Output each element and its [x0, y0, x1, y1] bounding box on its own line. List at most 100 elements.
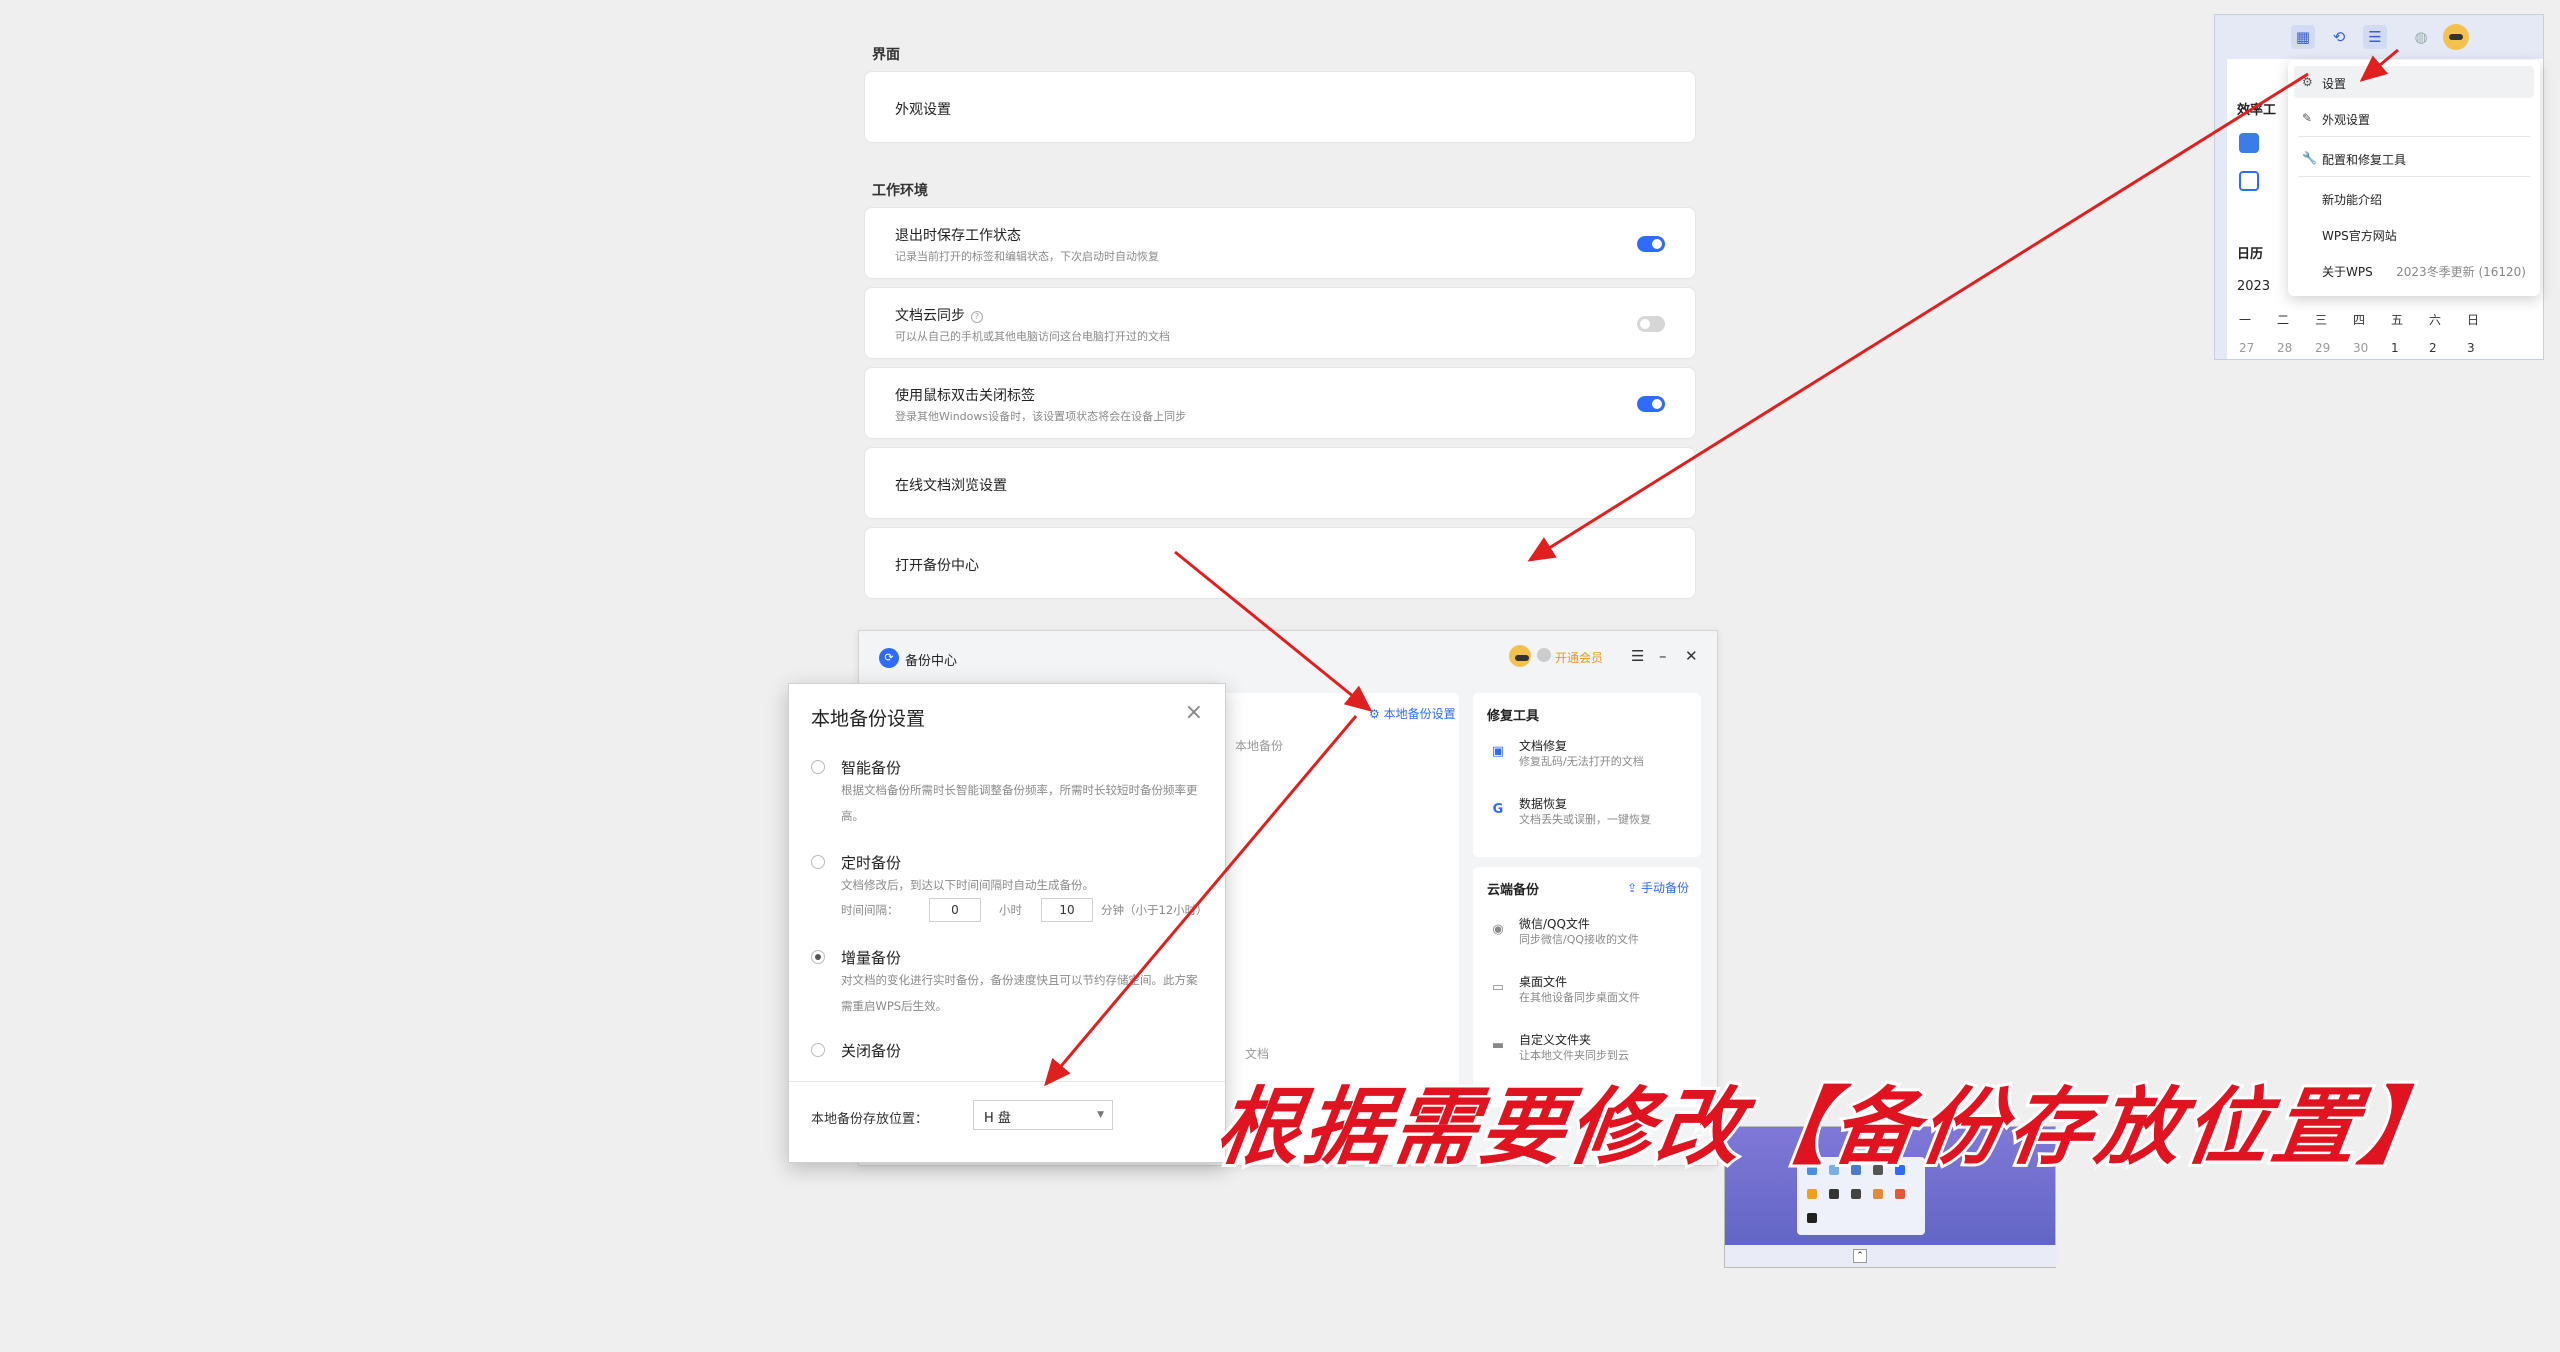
timed-backup-desc: 文档修改后，到达以下时间间隔时自动生成备份。: [841, 878, 1094, 892]
incremental-backup-desc: 对文档的变化进行实时备份，备份速度快且可以节约存储空间。此方案需重启WPS后生效…: [841, 973, 1198, 1013]
dblclick-close-row: 使用鼠标双击关闭标签 登录其他Windows设备时，该设置项状态将会在设备上同步: [864, 367, 1696, 439]
folder-icon: ▬: [1491, 1038, 1505, 1053]
doc-repair-icon: ▣: [1491, 744, 1505, 759]
main-dropdown-menu: ⚙ 设置 ✎ 外观设置 🔧 配置和修复工具 新功能介绍 WPS官方网站 关于WP…: [2288, 60, 2540, 296]
chevron-up-icon[interactable]: ⌃: [1853, 1249, 1867, 1263]
brush-icon: ✎: [2302, 111, 2313, 125]
menu-item-settings[interactable]: ⚙ 设置: [2294, 66, 2534, 98]
appearance-settings-label: 外观设置: [895, 102, 951, 118]
backup-center-title: 备份中心: [905, 654, 958, 669]
wps-toolbar: ▦ ⟲ ☰ ◍: [2215, 15, 2543, 59]
coin-icon[interactable]: ◍: [2409, 25, 2433, 49]
smart-backup-desc: 根据文档备份所需时长智能调整备份频率，所需时长较短时备份频率更高。: [841, 783, 1198, 823]
incremental-backup-label: 增量备份: [841, 949, 902, 967]
recovery-icon: G: [1492, 802, 1504, 817]
save-state-title: 退出时保存工作状态: [895, 228, 1021, 244]
tray-app-icon[interactable]: [1851, 1189, 1861, 1199]
dialog-title: 本地备份设置: [811, 708, 926, 730]
save-state-toggle[interactable]: [1637, 236, 1665, 252]
local-backup-settings-dialog: 本地备份设置 × 智能备份 根据文档备份所需时长智能调整备份频率，所需时长较短时…: [788, 683, 1226, 1163]
calendar-year: 2023: [2237, 279, 2271, 294]
wrench-icon: 🔧: [2302, 151, 2317, 165]
dblclick-close-desc: 登录其他Windows设备时，该设置项状态将会在设备上同步: [895, 410, 1187, 423]
tray-app-icon[interactable]: [1895, 1189, 1905, 1199]
cloud-sync-toggle[interactable]: [1637, 316, 1665, 332]
online-browse-label: 在线文档浏览设置: [895, 478, 1007, 494]
local-backup-faint: 本地备份: [1235, 739, 1284, 753]
version-text: 2023冬季更新 (16120): [2396, 265, 2526, 279]
cloud-sync-row: 文档云同步? 可以从自己的手机或其他电脑访问这台电脑打开过的文档: [864, 287, 1696, 359]
open-backup-label: 打开备份中心: [895, 558, 979, 574]
backup-location-value: H 盘: [984, 1111, 1011, 1126]
appearance-settings-row[interactable]: 外观设置: [864, 71, 1696, 143]
doc-repair-item[interactable]: ▣ 文档修复 修复乱码/无法打开的文档: [1487, 737, 1697, 777]
tool-app-icon-2[interactable]: [2239, 171, 2259, 191]
cloud-sync-desc: 可以从自己的手机或其他电脑访问这台电脑打开过的文档: [895, 330, 1170, 343]
annotation-caption: 根据需要修改【备份存放位置】: [1207, 1074, 2459, 1179]
tray-app-icon[interactable]: [1807, 1189, 1817, 1199]
repair-tools-card: 修复工具 ▣ 文档修复 修复乱码/无法打开的文档 G 数据恢复 文档丢失或误删，…: [1473, 693, 1701, 857]
online-browse-row[interactable]: 在线文档浏览设置: [864, 447, 1696, 519]
smart-backup-label: 智能备份: [841, 759, 902, 777]
timed-backup-radio[interactable]: [811, 855, 825, 869]
backup-center-titlebar: ⟳ 备份中心 开通会员 ☰ – ✕: [859, 631, 1719, 683]
section-interface-title: 界面: [872, 47, 900, 63]
data-recovery-item[interactable]: G 数据恢复 文档丢失或误删，一键恢复: [1487, 795, 1697, 835]
calendar-week-row[interactable]: 27 28 29 30 1 2 3: [2239, 341, 2505, 355]
cloud-backup-header: 云端备份: [1487, 883, 1540, 898]
menu-item-website[interactable]: WPS官方网站: [2288, 218, 2540, 250]
chat-icon: ◉: [1492, 922, 1504, 937]
wechat-qq-item[interactable]: ◉ 微信/QQ文件 同步微信/QQ接收的文件: [1487, 915, 1697, 955]
tray-app-icon[interactable]: [1873, 1189, 1883, 1199]
apps-grid-icon[interactable]: ▦: [2291, 25, 2315, 49]
backup-location-select[interactable]: H 盘 ▼: [973, 1100, 1113, 1130]
menu-item-about[interactable]: 关于WPS 2023冬季更新 (16120): [2288, 254, 2540, 286]
tool-app-icon[interactable]: [2239, 133, 2259, 153]
vip-coin-icon: [1537, 648, 1551, 662]
save-state-desc: 记录当前打开的标签和编辑状态，下次启动时自动恢复: [895, 250, 1159, 263]
save-state-row: 退出时保存工作状态 记录当前打开的标签和编辑状态，下次启动时自动恢复: [864, 207, 1696, 279]
repair-tools-header: 修复工具: [1487, 709, 1540, 724]
incremental-backup-radio[interactable]: [811, 950, 825, 964]
open-backup-row[interactable]: 打开备份中心: [864, 527, 1696, 599]
local-backup-settings-link[interactable]: ⚙ 本地备份设置: [1369, 705, 1456, 722]
menu-item-new-features[interactable]: 新功能介绍: [2288, 182, 2540, 214]
open-vip-link[interactable]: 开通会员: [1555, 649, 1603, 666]
menu-icon[interactable]: ☰: [1631, 647, 1644, 665]
gear-icon: ⚙: [1369, 707, 1384, 721]
calendar-label: 日历: [2237, 247, 2264, 262]
sync-icon[interactable]: ⟲: [2327, 25, 2351, 49]
desktop-icon: ▭: [1491, 980, 1505, 995]
menu-item-appearance[interactable]: ✎ 外观设置: [2288, 102, 2540, 134]
upload-icon: ⇪: [1627, 881, 1641, 895]
close-icon[interactable]: ×: [1185, 700, 1203, 725]
taskbar: ⌃: [1725, 1245, 2057, 1267]
menu-icon[interactable]: ☰: [2363, 25, 2387, 49]
backup-logo-icon: ⟳: [879, 648, 899, 668]
help-icon[interactable]: ?: [971, 311, 983, 323]
desktop-files-item[interactable]: ▭ 桌面文件 在其他设备同步桌面文件: [1487, 973, 1697, 1013]
gear-icon: ⚙: [2302, 75, 2313, 89]
close-icon[interactable]: ✕: [1685, 647, 1698, 665]
menu-item-repair[interactable]: 🔧 配置和修复工具: [2288, 142, 2540, 174]
minimize-icon[interactable]: –: [1659, 647, 1667, 665]
dblclick-close-toggle[interactable]: [1637, 396, 1665, 412]
interval-label: 时间间隔：: [841, 903, 899, 917]
tray-app-icon[interactable]: [1829, 1189, 1839, 1199]
tray-app-icon[interactable]: [1807, 1213, 1817, 1223]
smart-backup-radio[interactable]: [811, 760, 825, 774]
manual-backup-button[interactable]: ⇪ 手动备份: [1627, 879, 1689, 896]
hours-unit: 小时: [999, 903, 1022, 917]
calendar-weekdays: 一二三四五六日: [2239, 313, 2480, 327]
avatar[interactable]: [2443, 24, 2469, 50]
timed-backup-label: 定时备份: [841, 854, 902, 872]
disable-backup-label: 关闭备份: [841, 1042, 902, 1060]
disable-backup-radio[interactable]: [811, 1043, 825, 1057]
chevron-down-icon: ▼: [1097, 1110, 1104, 1120]
avatar[interactable]: [1509, 645, 1531, 667]
section-workenv-title: 工作环境: [872, 183, 928, 199]
backup-location-label: 本地备份存放位置：: [811, 1112, 929, 1127]
dblclick-close-title: 使用鼠标双击关闭标签: [895, 388, 1035, 404]
minutes-input[interactable]: 10: [1041, 898, 1093, 922]
hours-input[interactable]: 0: [929, 898, 981, 922]
